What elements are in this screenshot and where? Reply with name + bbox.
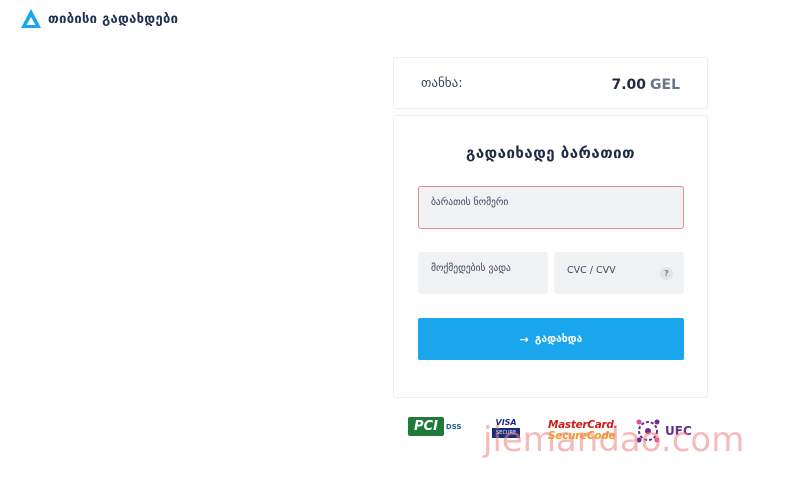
card-number-placeholder: ბარათის ნომერი [431,197,509,208]
expiry-placeholder: მოქმედების ვადა [431,263,511,274]
card-payment-form: გადაიხადე ბარათით ბარათის ნომერი მოქმედე… [393,115,708,398]
amount-summary: თანხა: 7.00 GEL [393,57,708,109]
arrow-right-icon: → [519,332,529,346]
security-badges: PCI DSS VISA SECURE MasterCard. SecureCo… [405,415,705,455]
card-number-input[interactable]: ბარათის ნომერი [418,186,684,229]
pay-button-label: გადახდა [534,333,583,345]
brand-name: თიბისი გადახდები [48,11,179,27]
payment-page: თიბისი გადახდები თანხა: 7.00 GEL გადაიხად… [0,0,800,487]
pay-button[interactable]: → გადახდა [418,318,684,360]
amount-label: თანხა: [421,75,463,91]
ufc-emblem-icon [636,419,660,443]
form-title: გადაიხადე ბარათით [465,144,635,162]
amount-currency: GEL [650,76,680,93]
cvc-input[interactable]: CVC / CVV ? [554,252,684,294]
triangle-logo-icon [21,9,41,28]
amount-value: 7.00 [611,76,647,93]
pci-dss-logo: PCI DSS [408,417,462,436]
expiry-date-input[interactable]: მოქმედების ვადა [418,252,548,294]
verified-by-visa-logo: VISA SECURE [492,418,521,438]
ufc-logo: UFC [633,417,692,445]
mastercard-securecode-logo: MasterCard. SecureCode [548,419,618,442]
brand-logo[interactable]: თიბისი გადახდები [20,8,178,30]
amount-total: 7.00 GEL [611,74,680,93]
cvc-help-icon[interactable]: ? [660,267,673,280]
cvc-placeholder: CVC / CVV [567,265,616,276]
